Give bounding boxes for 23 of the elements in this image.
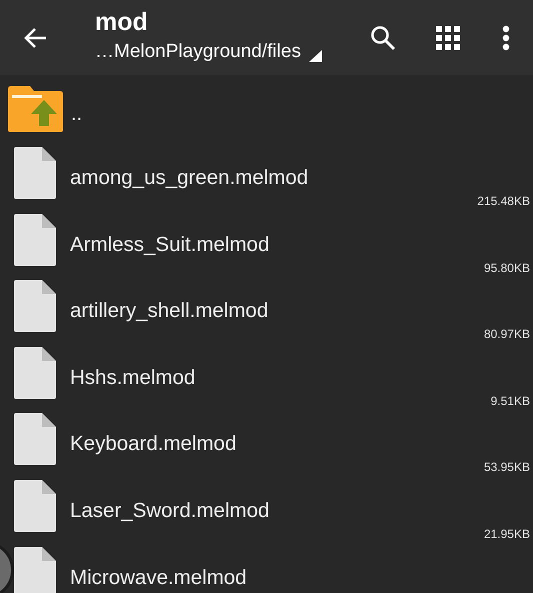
path-dropdown[interactable]: …MelonPlayground/files	[95, 40, 322, 64]
file-item[interactable]: Laser_Sword.melmod 21.95KB	[12, 476, 533, 543]
more-icon	[502, 24, 510, 50]
file-icon	[14, 280, 56, 332]
file-item[interactable]: Hshs.melmod 9.51KB	[12, 342, 533, 410]
file-item[interactable]: Keyboard.melmod 53.95KB	[12, 409, 533, 476]
parent-folder-item[interactable]: ..	[0, 75, 533, 143]
file-icon	[14, 480, 56, 532]
dropdown-triangle-icon	[308, 50, 322, 62]
file-icon	[14, 413, 56, 466]
file-item[interactable]: among_us_green.melmod 215.48KB	[12, 143, 533, 210]
file-icon	[14, 214, 56, 266]
search-icon	[370, 24, 396, 50]
grid-icon	[436, 26, 460, 50]
folder-title: mod	[95, 7, 149, 37]
file-item[interactable]: Armless_Suit.melmod 95.80KB	[12, 210, 533, 276]
file-icon	[14, 147, 56, 199]
file-item[interactable]: artillery_shell.melmod 80.97KB	[12, 276, 533, 343]
file-icon	[14, 346, 56, 399]
folder-up-icon	[8, 86, 63, 132]
file-icon	[14, 546, 56, 593]
back-icon	[24, 26, 48, 48]
file-item[interactable]: Microwave.melmod	[12, 542, 533, 593]
